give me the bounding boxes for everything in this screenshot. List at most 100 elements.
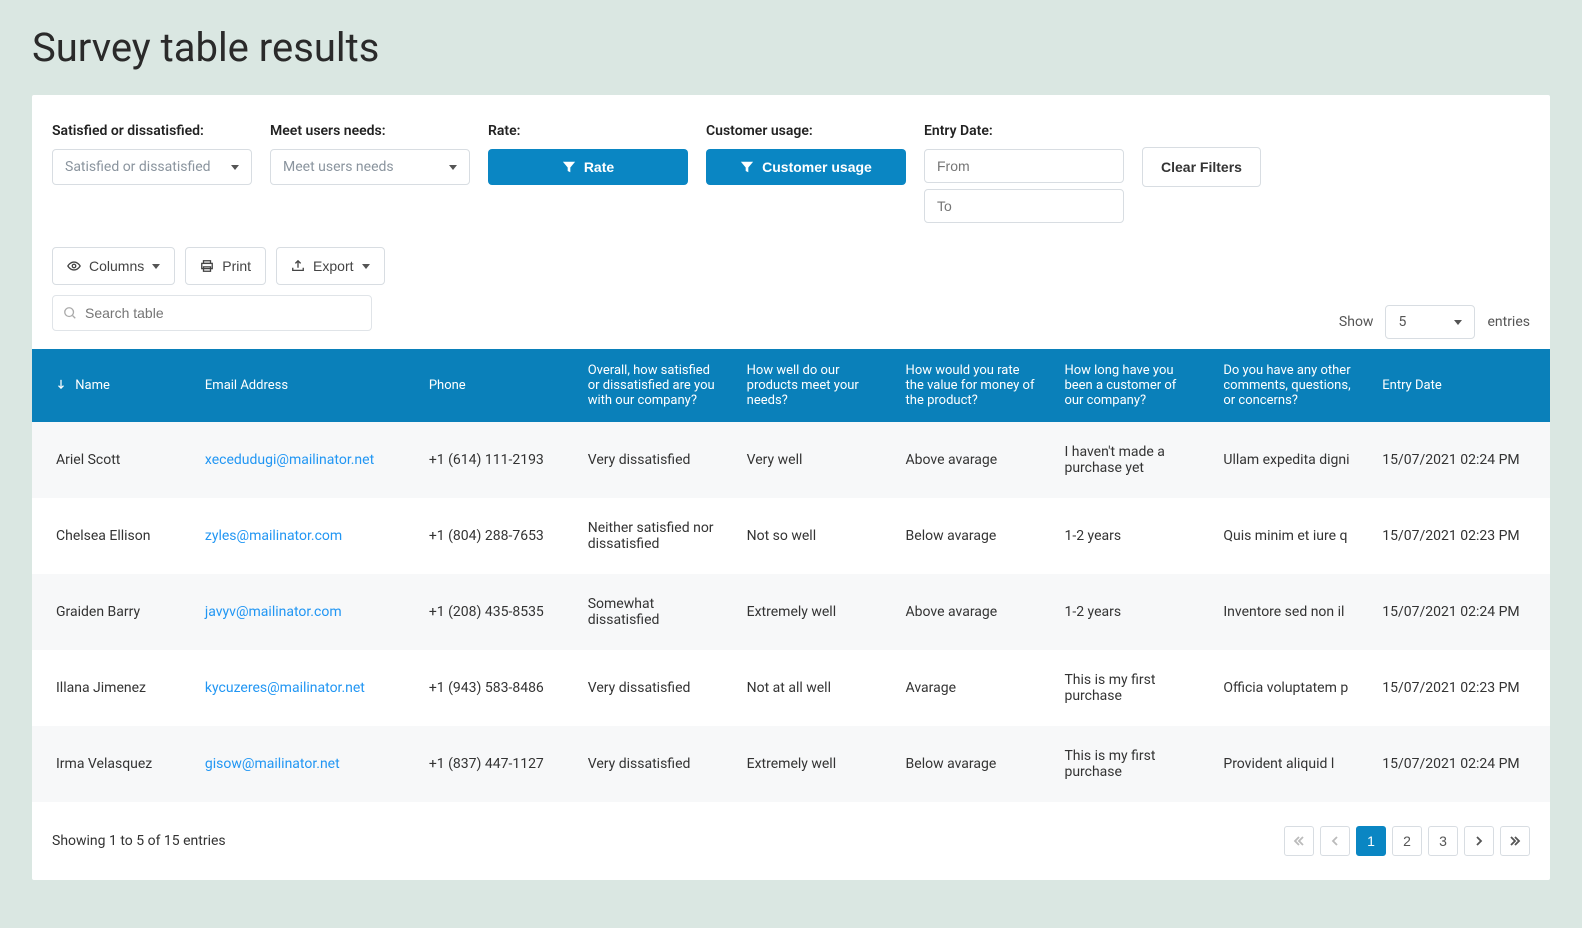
cell-name: Chelsea Ellison — [32, 498, 191, 574]
cell-satisfied: Somewhat dissatisfied — [574, 574, 733, 650]
needs-select[interactable]: Meet users needs — [270, 149, 470, 185]
email-link[interactable]: zyles@mailinator.com — [205, 528, 342, 544]
table-row: Illana Jimenez kycuzeres@mailinator.net +1… — [32, 650, 1550, 726]
page-title: Survey table results — [32, 24, 1550, 71]
cell-customer: 1-2 years — [1050, 498, 1209, 574]
cell-name: Irma Velasquez — [32, 726, 191, 802]
cell-satisfied: Neither satisfied nor dissatisfied — [574, 498, 733, 574]
cell-email: gisow@mailinator.net — [191, 726, 415, 802]
col-phone[interactable]: Phone — [415, 349, 574, 422]
cell-phone: +1 (614) 111-2193 — [415, 422, 574, 498]
table-footer: Showing 1 to 5 of 15 entries 123 — [32, 802, 1550, 856]
rate-filter-button[interactable]: Rate — [488, 149, 688, 185]
entries-select[interactable]: 5 — [1385, 305, 1475, 339]
col-value[interactable]: How would you rate the value for money o… — [892, 349, 1051, 422]
cell-value: Above avarage — [892, 574, 1051, 650]
filter-usage: Customer usage: Customer usage — [706, 123, 906, 185]
table-row: Graiden Barry javyv@mailinator.com +1 (208… — [32, 574, 1550, 650]
email-link[interactable]: gisow@mailinator.net — [205, 756, 340, 772]
eye-icon — [67, 259, 81, 273]
button-label: Columns — [89, 258, 144, 274]
email-link[interactable]: kycuzeres@mailinator.net — [205, 680, 365, 696]
cell-email: xecedudugi@mailinator.net — [191, 422, 415, 498]
satisfied-select[interactable]: Satisfied or dissatisfied — [52, 149, 252, 185]
filter-satisfied: Satisfied or dissatisfied: Satisfied or … — [52, 123, 252, 185]
col-email[interactable]: Email Address — [191, 349, 415, 422]
date-to-input[interactable] — [924, 189, 1124, 223]
col-satisfied[interactable]: Overall, how satisfied or dissatisfied a… — [574, 349, 733, 422]
col-name[interactable]: Name — [32, 349, 191, 422]
page-next-button[interactable] — [1464, 826, 1494, 856]
export-button[interactable]: Export — [276, 247, 384, 285]
cell-date: 15/07/2021 02:24 PM — [1368, 726, 1550, 802]
cell-comments: Quis minim et iure q — [1209, 498, 1368, 574]
filter-label: Customer usage: — [706, 123, 906, 139]
select-placeholder: Satisfied or dissatisfied — [65, 159, 211, 175]
table-row: Chelsea Ellison zyles@mailinator.com +1 (8… — [32, 498, 1550, 574]
filter-label: Satisfied or dissatisfied: — [52, 123, 252, 139]
cell-value: Below avarage — [892, 498, 1051, 574]
customer-usage-filter-button[interactable]: Customer usage — [706, 149, 906, 185]
cell-phone: +1 (943) 583-8486 — [415, 650, 574, 726]
entries-value: 5 — [1398, 314, 1406, 330]
page-last-button[interactable] — [1500, 826, 1530, 856]
chevron-down-icon — [449, 165, 457, 170]
chevron-down-icon — [1454, 320, 1462, 325]
length-entries-label: entries — [1487, 314, 1530, 330]
cell-date: 15/07/2021 02:23 PM — [1368, 498, 1550, 574]
filter-entry-date: Entry Date: — [924, 123, 1124, 229]
filter-label: Rate: — [488, 123, 688, 139]
cell-customer: This is my first purchase — [1050, 726, 1209, 802]
filter-rate: Rate: Rate — [488, 123, 688, 185]
filter-icon — [562, 160, 576, 174]
page-prev-button[interactable] — [1320, 826, 1350, 856]
cell-needs: Very well — [733, 422, 892, 498]
table-body: Ariel Scott xecedudugi@mailinator.net +1 (… — [32, 422, 1550, 802]
pagination: 123 — [1284, 826, 1530, 856]
chevron-down-icon — [231, 165, 239, 170]
cell-comments: Inventore sed non il — [1209, 574, 1368, 650]
columns-button[interactable]: Columns — [52, 247, 175, 285]
cell-name: Illana Jimenez — [32, 650, 191, 726]
cell-email: zyles@mailinator.com — [191, 498, 415, 574]
cell-customer: I haven't made a purchase yet — [1050, 422, 1209, 498]
filter-label: Meet users needs: — [270, 123, 470, 139]
button-label: Print — [222, 258, 251, 274]
filter-icon — [740, 160, 754, 174]
date-from-input[interactable] — [924, 149, 1124, 183]
cell-name: Ariel Scott — [32, 422, 191, 498]
col-customer[interactable]: How long have you been a customer of our… — [1050, 349, 1209, 422]
cell-value: Avarage — [892, 650, 1051, 726]
cell-phone: +1 (804) 288-7653 — [415, 498, 574, 574]
entries-info: Showing 1 to 5 of 15 entries — [52, 833, 226, 849]
cell-satisfied: Very dissatisfied — [574, 650, 733, 726]
col-comments[interactable]: Do you have any other comments, question… — [1209, 349, 1368, 422]
print-button[interactable]: Print — [185, 247, 266, 285]
cell-value: Below avarage — [892, 726, 1051, 802]
page-number-button[interactable]: 1 — [1356, 826, 1386, 856]
chevron-down-icon — [362, 264, 370, 269]
cell-customer: This is my first purchase — [1050, 650, 1209, 726]
col-date[interactable]: Entry Date — [1368, 349, 1550, 422]
cell-phone: +1 (208) 435-8535 — [415, 574, 574, 650]
cell-satisfied: Very dissatisfied — [574, 422, 733, 498]
button-label: Rate — [584, 159, 614, 175]
print-icon — [200, 259, 214, 273]
cell-name: Graiden Barry — [32, 574, 191, 650]
page-first-button[interactable] — [1284, 826, 1314, 856]
cell-date: 15/07/2021 02:24 PM — [1368, 574, 1550, 650]
email-link[interactable]: xecedudugi@mailinator.net — [205, 452, 374, 468]
cell-date: 15/07/2021 02:24 PM — [1368, 422, 1550, 498]
search-input[interactable] — [85, 305, 361, 321]
page-number-button[interactable]: 3 — [1428, 826, 1458, 856]
search-icon — [63, 306, 77, 320]
cell-phone: +1 (837) 447-1127 — [415, 726, 574, 802]
cell-customer: 1-2 years — [1050, 574, 1209, 650]
clear-filters-button[interactable]: Clear Filters — [1142, 147, 1261, 187]
select-placeholder: Meet users needs — [283, 159, 394, 175]
page-number-button[interactable]: 2 — [1392, 826, 1422, 856]
email-link[interactable]: javyv@mailinator.com — [205, 604, 342, 620]
filter-label: Entry Date: — [924, 123, 1124, 139]
col-needs[interactable]: How well do our products meet your needs… — [733, 349, 892, 422]
table-row: Irma Velasquez gisow@mailinator.net +1 (83… — [32, 726, 1550, 802]
